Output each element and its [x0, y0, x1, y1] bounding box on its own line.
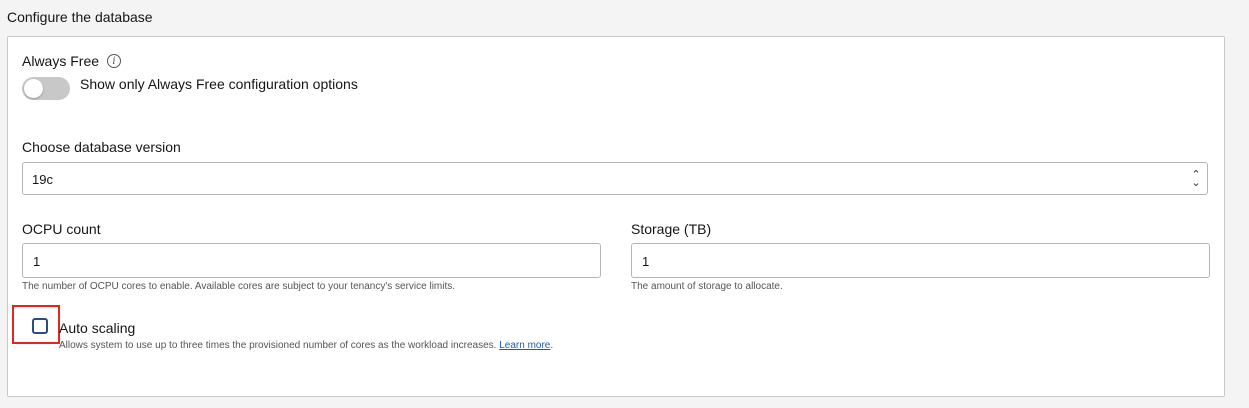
select-chevron-icon: ⌃ ⌄	[1191, 169, 1201, 189]
ocpu-count-label: OCPU count	[22, 221, 101, 237]
db-version-label: Choose database version	[22, 139, 181, 155]
auto-scaling-label[interactable]: Auto scaling	[59, 320, 135, 336]
database-config-card: Always Free i Show only Always Free conf…	[7, 36, 1225, 397]
storage-help: The amount of storage to allocate.	[631, 281, 783, 292]
learn-more-suffix: .	[550, 340, 554, 351]
db-version-select[interactable]: 19c ⌃ ⌄	[22, 162, 1208, 195]
db-version-value: 19c	[32, 172, 53, 187]
ocpu-count-help: The number of OCPU cores to enable. Avai…	[22, 281, 456, 292]
always-free-toggle[interactable]	[22, 77, 70, 100]
section-title: Configure the database	[7, 9, 153, 25]
toggle-knob	[24, 79, 43, 98]
storage-value: 1	[642, 254, 650, 269]
ocpu-count-value: 1	[33, 254, 41, 269]
info-icon[interactable]: i	[107, 54, 122, 68]
always-free-toggle-text: Show only Always Free configuration opti…	[80, 76, 358, 92]
auto-scaling-help-text: Allows system to use up to three times t…	[59, 340, 497, 351]
learn-more-link[interactable]: Learn more	[499, 340, 550, 351]
auto-scaling-help: Allows system to use up to three times t…	[59, 340, 553, 351]
always-free-label: Always Free	[22, 53, 100, 69]
ocpu-count-input[interactable]: 1	[22, 243, 601, 278]
always-free-label-row: Always Free i	[22, 53, 122, 69]
auto-scaling-checkbox[interactable]	[32, 318, 48, 334]
storage-input[interactable]: 1	[631, 243, 1210, 278]
storage-label: Storage (TB)	[631, 221, 712, 237]
